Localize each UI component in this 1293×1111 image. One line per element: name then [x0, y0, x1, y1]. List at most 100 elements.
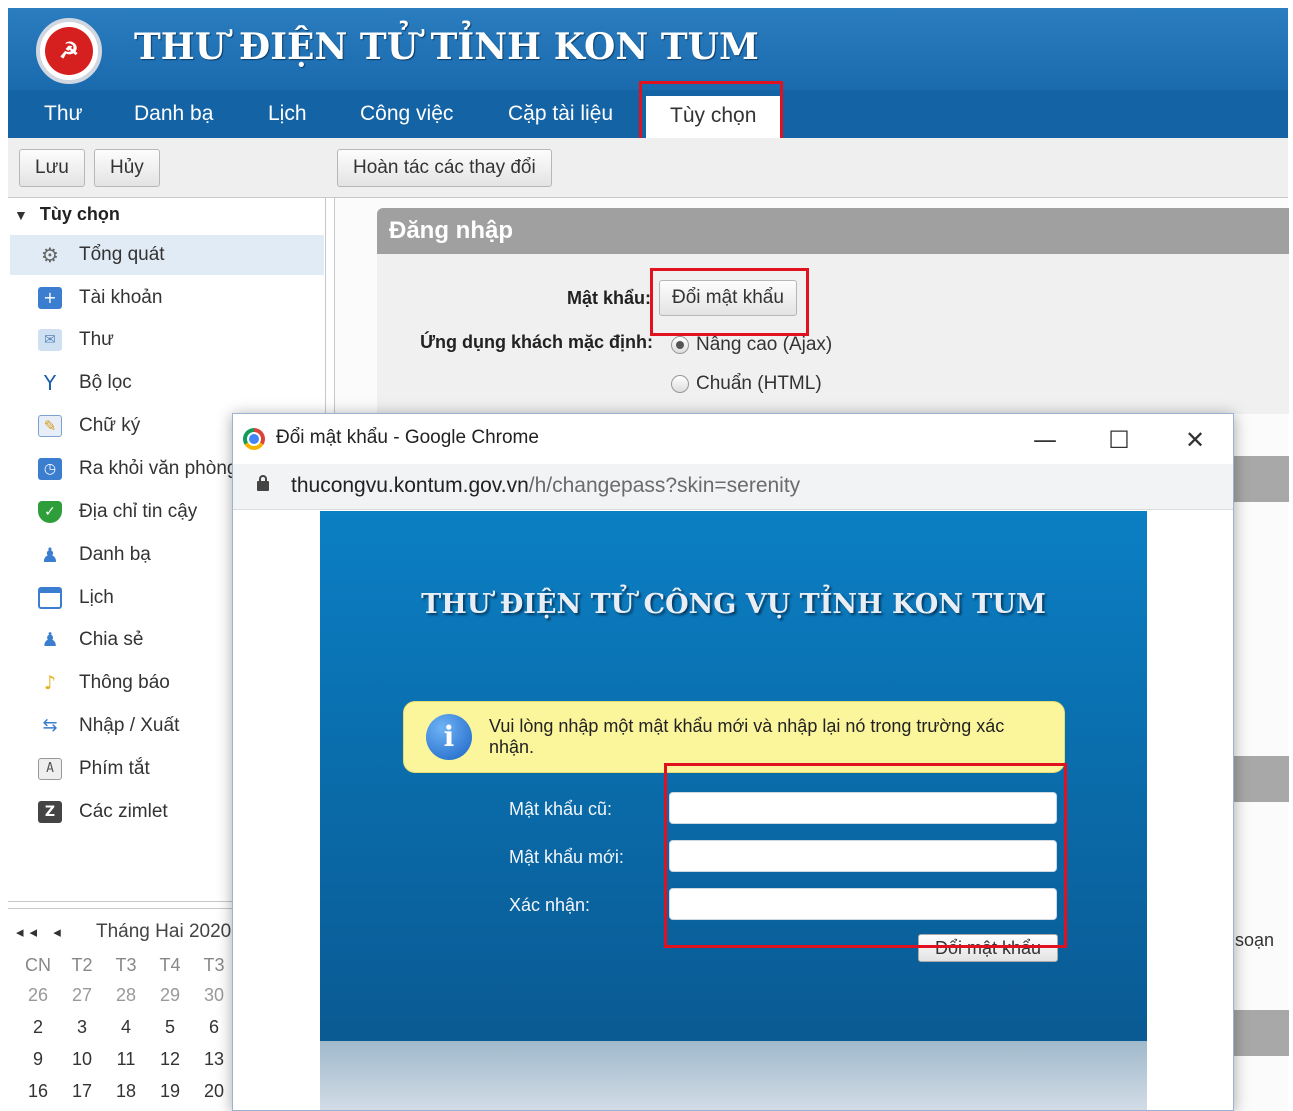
calendar-day[interactable]: 11: [104, 1049, 148, 1070]
tree-item-general[interactable]: ⚙ Tổng quát: [10, 235, 324, 275]
partial-text: soạn: [1235, 930, 1275, 950]
calendar-day[interactable]: 28: [104, 985, 148, 1006]
info-message-box: i Vui lòng nhập một mật khẩu mới và nhập…: [403, 701, 1065, 773]
weekday-label: CN: [25, 955, 51, 975]
envelope-icon: ✉: [38, 329, 62, 351]
popup-titlebar[interactable]: Đổi mật khẩu - Google Chrome — ☐ ✕: [233, 414, 1233, 464]
tree-item-account[interactable]: + Tài khoản: [10, 278, 324, 318]
calendar-icon: [38, 587, 62, 609]
filter-icon: Y: [43, 371, 57, 395]
radio-advanced-client[interactable]: [671, 336, 689, 354]
bell-icon: ♪: [43, 672, 57, 694]
calendar-day[interactable]: 30: [192, 985, 236, 1006]
nav-tab-contacts[interactable]: Danh bạ: [134, 90, 213, 138]
tree-item-label: Ra khỏi văn phòng: [79, 458, 238, 479]
calendar-day[interactable]: 6: [192, 1017, 236, 1038]
login-section-title: Đăng nhập: [377, 208, 1289, 254]
calendar-day[interactable]: 26: [16, 985, 60, 1006]
lock-icon: [257, 475, 269, 491]
panel-footer-band: [320, 1041, 1147, 1110]
old-password-input[interactable]: [669, 792, 1057, 824]
default-client-label: Ứng dụng khách mặc định:: [420, 332, 653, 352]
confirm-password-label: Xác nhận:: [509, 895, 591, 915]
weekday-label: T4: [159, 955, 181, 975]
gear-icon: ⚙: [41, 243, 59, 267]
section-header-partial: [1233, 1010, 1289, 1056]
nav-tab-preferences[interactable]: Tùy chọn: [646, 96, 781, 138]
panel-title: THƯ ĐIỆN TỬ CÔNG VỤ TỈNH KON TUM: [421, 589, 1046, 620]
minimize-icon[interactable]: —: [1025, 422, 1065, 458]
tree-item-label: Lịch: [79, 587, 114, 608]
calendar-day[interactable]: 27: [60, 985, 104, 1006]
address-bar[interactable]: thucongvu.kontum.gov.vn/h/changepass?ski…: [233, 464, 1233, 510]
calendar-day[interactable]: 9: [16, 1049, 60, 1070]
confirm-password-input[interactable]: [669, 888, 1057, 920]
section-header-partial: [1233, 756, 1289, 802]
toolbar: Lưu Hủy Hoàn tác các thay đổi: [8, 138, 1288, 198]
revert-changes-button[interactable]: Hoàn tác các thay đổi: [337, 149, 552, 187]
zimlet-icon: Z: [38, 801, 62, 823]
new-password-input[interactable]: [669, 840, 1057, 872]
save-button[interactable]: Lưu: [19, 149, 85, 187]
keyboard-icon: A: [38, 758, 62, 780]
emblem-icon: ☭: [45, 27, 93, 75]
calendar-day[interactable]: 10: [60, 1049, 104, 1070]
nav-tab-calendar[interactable]: Lịch: [268, 90, 307, 138]
tree-item-label: Chia sẻ: [79, 629, 144, 650]
tree-item-label: Phím tắt: [79, 758, 150, 779]
tree-item-label: Tổng quát: [79, 244, 165, 265]
calendar-month-title: Tháng Hai 2020: [96, 921, 232, 942]
calendar-day[interactable]: 13: [192, 1049, 236, 1070]
popup-window-title: Đổi mật khẩu - Google Chrome: [276, 427, 539, 448]
nav-tab-mail[interactable]: Thư: [44, 90, 83, 138]
tree-item-label: Bộ lọc: [79, 372, 132, 393]
radio-standard-client[interactable]: [671, 375, 689, 393]
info-message: Vui lòng nhập một mật khẩu mới và nhập l…: [489, 716, 1005, 757]
weekday-label: T3: [203, 955, 225, 975]
url-text[interactable]: thucongvu.kontum.gov.vn/h/changepass?ski…: [291, 474, 800, 498]
advanced-client-label: Nâng cao (Ajax): [696, 334, 833, 355]
close-icon[interactable]: ✕: [1175, 422, 1215, 458]
tree-heading[interactable]: ▼ Tùy chọn: [14, 204, 120, 225]
share-icon: ♟: [41, 629, 59, 651]
calendar-prev-icons[interactable]: ◂◂ ◂: [16, 923, 67, 941]
signature-icon: ✎: [38, 415, 62, 437]
change-password-popup-window: Đổi mật khẩu - Google Chrome — ☐ ✕ thuco…: [232, 413, 1234, 1111]
standard-client-label: Chuẩn (HTML): [696, 373, 822, 394]
contact-icon: ♟: [41, 543, 59, 567]
app-header: ☭ THƯ ĐIỆN TỬ TỈNH KON TUM: [8, 8, 1288, 90]
nav-tab-briefcase[interactable]: Cặp tài liệu: [508, 90, 613, 138]
new-password-label: Mật khẩu mới:: [509, 847, 624, 867]
shield-icon: ✓: [38, 501, 62, 523]
old-password-label: Mật khẩu cũ:: [509, 799, 613, 819]
calendar-day[interactable]: 29: [148, 985, 192, 1006]
calendar-day[interactable]: 2: [16, 1017, 60, 1038]
collapse-triangle-icon[interactable]: ▼: [14, 207, 28, 223]
main-nav: Thư Danh bạ Lịch Công việc Cặp tài liệu …: [8, 90, 1288, 138]
calendar-day[interactable]: 17: [60, 1081, 104, 1102]
tree-item-filters[interactable]: Y Bộ lọc: [10, 363, 324, 403]
nav-tab-tasks[interactable]: Công việc: [360, 90, 453, 138]
calendar-day[interactable]: 16: [16, 1081, 60, 1102]
import-export-icon: ⇆: [42, 715, 58, 736]
calendar-day[interactable]: 18: [104, 1081, 148, 1102]
tree-item-label: Nhập / Xuất: [79, 715, 180, 736]
section-header-partial: [1233, 456, 1289, 502]
info-icon: i: [426, 714, 472, 760]
password-label: Mật khẩu:: [566, 288, 651, 308]
cancel-button[interactable]: Hủy: [94, 149, 160, 187]
calendar-day[interactable]: 5: [148, 1017, 192, 1038]
chrome-icon: [243, 428, 265, 450]
calendar-day[interactable]: 19: [148, 1081, 192, 1102]
app-title: THƯ ĐIỆN TỬ TỈNH KON TUM: [134, 26, 759, 68]
change-password-button[interactable]: Đổi mật khẩu: [659, 280, 797, 316]
calendar-day[interactable]: 20: [192, 1081, 236, 1102]
weekday-label: T2: [71, 955, 93, 975]
tree-item-mail[interactable]: ✉ Thư: [10, 320, 324, 360]
calendar-day[interactable]: 4: [104, 1017, 148, 1038]
calendar-day[interactable]: 12: [148, 1049, 192, 1070]
submit-change-password-button[interactable]: Đổi mật khẩu: [918, 934, 1058, 962]
maximize-icon[interactable]: ☐: [1099, 422, 1139, 458]
tree-item-label: Thư: [79, 329, 114, 350]
calendar-day[interactable]: 3: [60, 1017, 104, 1038]
